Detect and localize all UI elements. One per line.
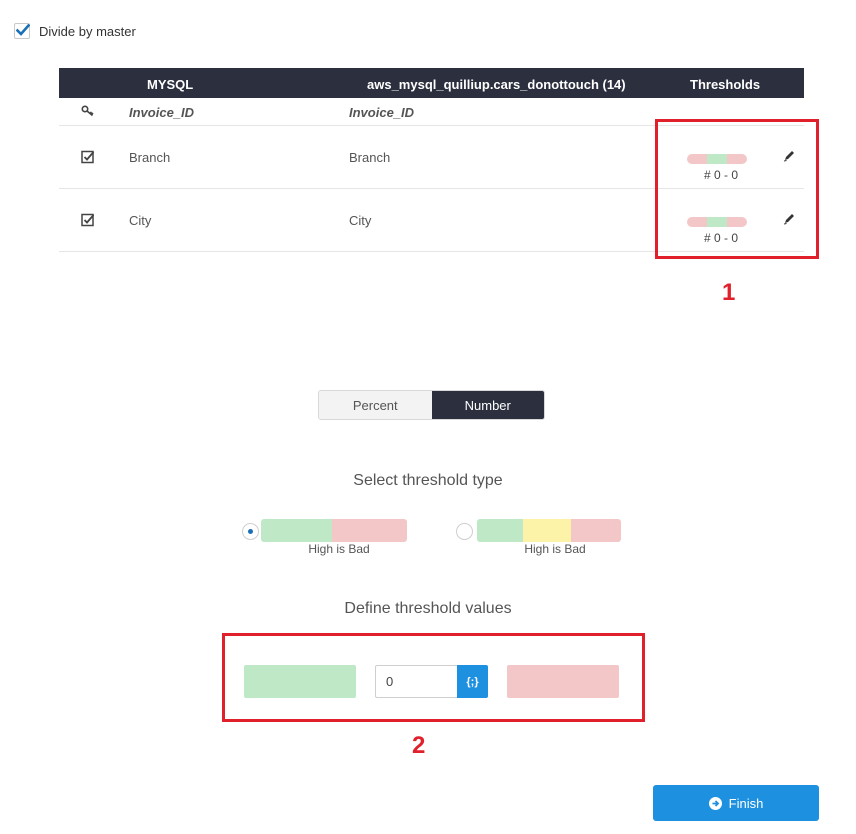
row-source-column: Branch	[129, 150, 171, 165]
variable-button[interactable]: {;}	[457, 665, 488, 698]
key-target-column: Invoice_ID	[349, 105, 415, 120]
divide-by-master-checkbox[interactable]	[14, 23, 30, 39]
finish-label: Finish	[728, 795, 764, 811]
finish-button[interactable]: Finish	[653, 785, 819, 821]
table-header: MYSQL aws_mysql_quilliup.cars_donottouch…	[59, 68, 804, 98]
threshold-type-option-1[interactable]	[261, 519, 407, 542]
annotation-box-1	[655, 119, 819, 259]
row-checkbox-icon[interactable]	[81, 150, 95, 167]
good-range-box	[244, 665, 356, 698]
threshold-value-input[interactable]	[375, 665, 458, 698]
annotation-label-1: 1	[722, 279, 736, 306]
threshold-type-option-2[interactable]	[477, 519, 621, 542]
number-toggle-button[interactable]: Number	[431, 391, 544, 419]
threshold-type-title: Select threshold type	[353, 472, 503, 489]
threshold-type-radio-1[interactable]	[242, 523, 259, 540]
row-target-column: Branch	[349, 150, 391, 165]
annotation-label-2: 2	[412, 732, 426, 759]
bad-range-box	[507, 665, 619, 698]
header-source: MYSQL	[147, 77, 194, 92]
threshold-type-label-2: High is Bad	[524, 542, 586, 556]
divide-by-master-label: Divide by master	[39, 23, 136, 39]
key-source-column: Invoice_ID	[129, 105, 195, 120]
checkmark-icon	[16, 24, 30, 36]
key-icon	[81, 105, 95, 120]
row-checkbox-icon[interactable]	[81, 213, 95, 230]
row-target-column: City	[349, 213, 372, 228]
threshold-type-label-1: High is Bad	[308, 542, 370, 556]
percent-toggle-button[interactable]: Percent	[319, 391, 432, 419]
threshold-values-title: Define threshold values	[344, 600, 512, 617]
divide-by-master-option[interactable]: Divide by master	[14, 23, 136, 39]
row-source-column: City	[129, 213, 152, 228]
threshold-type-radio-2[interactable]	[456, 523, 473, 540]
arrow-right-circle-icon	[708, 796, 722, 810]
header-thresholds: Thresholds	[690, 77, 761, 92]
mode-toggle: Percent Number	[318, 390, 545, 420]
header-target: aws_mysql_quilliup.cars_donottouch (14)	[367, 77, 626, 92]
